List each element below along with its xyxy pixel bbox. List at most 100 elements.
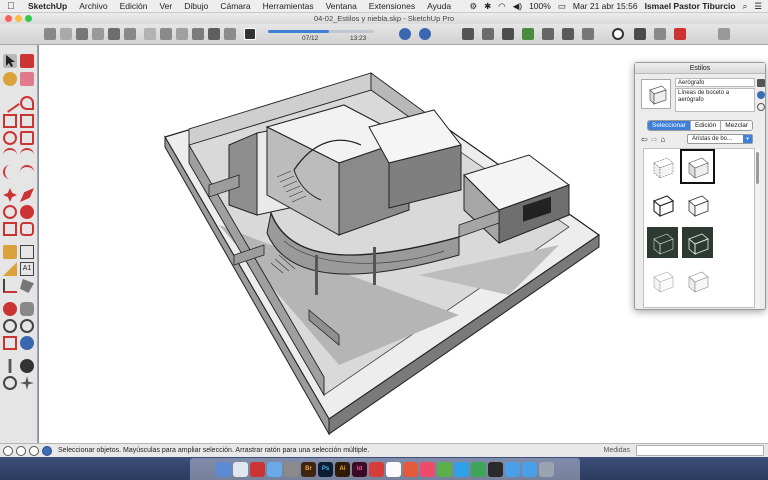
home-icon[interactable]: ⌂ xyxy=(660,135,665,144)
bluetooth-icon[interactable]: ✱ xyxy=(484,1,491,12)
pan-tool-icon[interactable] xyxy=(20,302,34,316)
wifi-icon[interactable]: ◠ xyxy=(498,1,505,12)
zoom-window-tool-icon[interactable] xyxy=(20,319,34,333)
toolbar-section-icon[interactable] xyxy=(582,28,594,40)
axes-tool-icon[interactable] xyxy=(3,279,17,293)
indesign-icon[interactable]: Id xyxy=(352,461,367,477)
toolbar-hand-icon[interactable] xyxy=(718,28,730,40)
refresh-icon[interactable] xyxy=(757,103,765,111)
menu-herramientas[interactable]: Herramientas xyxy=(257,1,320,11)
offset-tool-icon[interactable] xyxy=(20,222,34,236)
toolbar-ruler-icon[interactable] xyxy=(674,28,686,40)
circle-tool-icon[interactable] xyxy=(3,131,17,145)
text-tool-icon[interactable]: A1 xyxy=(20,262,34,276)
zoom-extents-icon[interactable] xyxy=(3,336,17,350)
menu-app[interactable]: SketchUp xyxy=(22,1,73,11)
measurements-input[interactable] xyxy=(636,445,764,456)
terminal-icon[interactable] xyxy=(488,461,503,477)
toolbar-scene-icon[interactable] xyxy=(224,28,236,40)
create-style-icon[interactable] xyxy=(757,79,765,87)
menu-extensiones[interactable]: Extensiones xyxy=(363,1,421,11)
walk-tool-icon[interactable] xyxy=(20,359,34,373)
itunes-icon[interactable] xyxy=(420,461,435,477)
style-swatch-selected[interactable] xyxy=(680,149,715,184)
close-window-icon[interactable] xyxy=(5,15,12,22)
tab-mezclar[interactable]: Mezclar xyxy=(721,121,753,130)
style-swatch[interactable] xyxy=(682,227,713,258)
move-tool-icon[interactable] xyxy=(3,188,17,202)
user-icon[interactable] xyxy=(29,445,39,456)
push-pull-icon[interactable] xyxy=(20,188,34,202)
toolbar-globe-icon[interactable] xyxy=(419,28,431,40)
update-style-icon[interactable] xyxy=(757,91,765,99)
tape-measure-icon[interactable] xyxy=(3,245,17,259)
clock[interactable]: Mar 21 abr 15:56 xyxy=(573,1,638,11)
zoom-window-icon[interactable] xyxy=(25,15,32,22)
arc-tool-icon[interactable] xyxy=(3,148,17,162)
style-description-field[interactable]: Líneas de boceto a aerógrafo xyxy=(675,88,755,112)
style-collection-select[interactable]: Aristas de bo... ▾ xyxy=(687,134,753,144)
sketchup-icon[interactable] xyxy=(369,461,384,477)
minimize-window-icon[interactable] xyxy=(15,15,22,22)
3d-text-icon[interactable] xyxy=(20,279,34,293)
calendar-icon[interactable] xyxy=(250,461,265,477)
menu-archivo[interactable]: Archivo xyxy=(73,1,113,11)
menu-ayuda[interactable]: Ayuda xyxy=(421,1,457,11)
paint-bucket-icon[interactable] xyxy=(3,72,17,86)
eraser-tool-icon[interactable] xyxy=(20,54,34,68)
user-name[interactable]: Ismael Pastor Tiburcio xyxy=(645,1,736,11)
documents-folder-icon[interactable] xyxy=(505,461,520,477)
whatsapp-icon[interactable] xyxy=(471,461,486,477)
back-arrow-icon[interactable]: ⇦ xyxy=(641,135,648,144)
apple-menu-icon[interactable]:  xyxy=(0,1,22,12)
notification-center-icon[interactable]: ☰ xyxy=(754,1,762,12)
preview-icon[interactable] xyxy=(284,461,299,477)
toolbar-scene-icon[interactable] xyxy=(92,28,104,40)
polygon-tool-icon[interactable] xyxy=(20,131,34,145)
toolbar-scene-icon[interactable] xyxy=(124,28,136,40)
safari-icon[interactable] xyxy=(267,461,282,477)
evernote-icon[interactable] xyxy=(437,461,452,477)
toolbar-profile-icon[interactable] xyxy=(634,28,646,40)
toolbar-scene-icon[interactable] xyxy=(108,28,120,40)
launchpad-icon[interactable] xyxy=(233,461,248,477)
spotlight-icon[interactable]: ⌕ xyxy=(743,1,748,12)
arc3-tool-icon[interactable] xyxy=(20,165,34,179)
geo-location-icon[interactable] xyxy=(3,445,13,456)
menu-ventana[interactable]: Ventana xyxy=(320,1,363,11)
downloads-folder-icon[interactable] xyxy=(522,461,537,477)
toolbar-scene-icon[interactable] xyxy=(192,28,204,40)
instructor-icon[interactable] xyxy=(42,445,52,456)
line-tool-icon[interactable] xyxy=(0,93,20,113)
protractor-icon[interactable] xyxy=(3,262,17,276)
extras-icon[interactable]: ⚙ xyxy=(470,1,478,12)
eraser-icon[interactable] xyxy=(20,72,34,86)
toolbar-style-icon[interactable] xyxy=(244,28,256,40)
scale-tool-icon[interactable] xyxy=(3,222,17,236)
scrollbar-thumb[interactable] xyxy=(756,152,759,184)
select-tool-icon[interactable] xyxy=(3,54,17,68)
dimension-tool-icon[interactable] xyxy=(20,245,34,259)
previous-view-icon[interactable] xyxy=(20,336,34,350)
zoom-tool-icon[interactable] xyxy=(3,319,17,333)
bridge-icon[interactable]: Br xyxy=(301,461,316,477)
photoshop-icon[interactable]: Ps xyxy=(318,461,333,477)
credits-icon[interactable] xyxy=(16,445,26,456)
toolbar-section-icon[interactable] xyxy=(562,28,574,40)
rotated-rectangle-icon[interactable] xyxy=(20,114,34,128)
style-swatch[interactable] xyxy=(647,265,678,296)
tab-edicion[interactable]: Edición xyxy=(690,121,722,130)
position-camera-icon[interactable] xyxy=(8,359,12,373)
volume-icon[interactable]: ◀) xyxy=(513,1,522,12)
finder-icon[interactable] xyxy=(216,461,231,477)
pie-tool-icon[interactable] xyxy=(3,165,17,179)
style-swatch[interactable] xyxy=(647,227,678,258)
look-around-icon[interactable] xyxy=(3,376,17,390)
scene-progress-bar[interactable] xyxy=(268,30,374,33)
swatch-scrollbar[interactable] xyxy=(755,148,760,308)
orbit-tool-icon[interactable] xyxy=(3,302,17,316)
battery-level[interactable]: 100% xyxy=(529,1,551,11)
style-swatch[interactable] xyxy=(682,265,713,296)
battery-icon[interactable]: ▭ xyxy=(558,1,566,12)
menu-camara[interactable]: Cámara xyxy=(214,1,256,11)
